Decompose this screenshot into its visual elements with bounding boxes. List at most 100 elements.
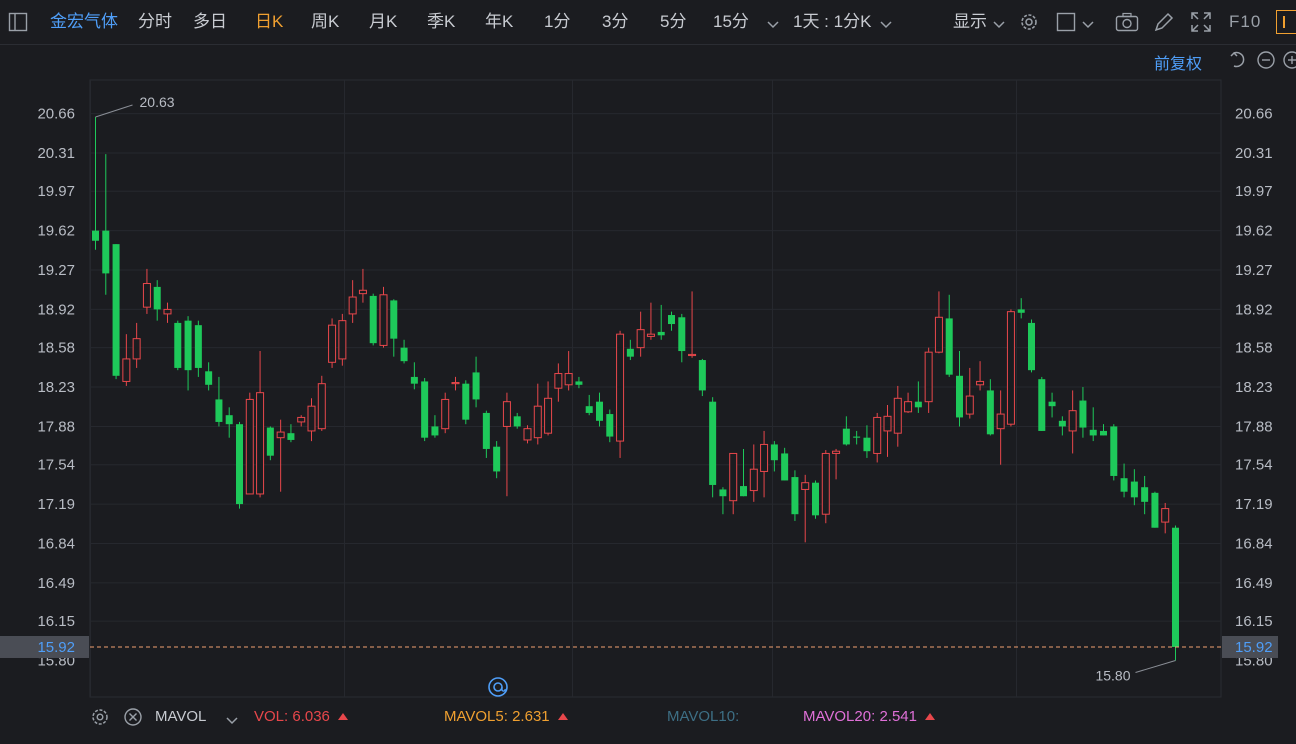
mavol5-readout: MAVOL5: 2.631 (444, 700, 568, 734)
candle-body (853, 436, 861, 438)
candlestick-chart[interactable]: 20.66 20.66 20.31 20.31 19.97 19.97 19.62 19.62… (0, 44, 1296, 700)
candle (842, 416, 850, 446)
candle-body (616, 333, 625, 442)
candle (194, 320, 202, 377)
fullscreen-icon[interactable] (1190, 11, 1212, 38)
candle-body (358, 289, 367, 295)
tab-1min[interactable]: 1分 (544, 0, 570, 44)
candle (945, 294, 953, 377)
candle-body (441, 398, 450, 430)
y-tick-label-left: 18.23 (37, 379, 75, 396)
candle (472, 356, 480, 408)
candle (1058, 416, 1066, 436)
candle (646, 302, 655, 340)
candle-body (812, 482, 819, 516)
candle (245, 392, 254, 495)
locate-icon[interactable] (487, 676, 509, 703)
candle-body (266, 427, 274, 456)
candle (596, 392, 603, 427)
tab-weekly-k[interactable]: 周K (311, 0, 339, 44)
sidebar-toggle-icon[interactable] (8, 12, 28, 37)
candle-body (698, 360, 706, 391)
tab-3min[interactable]: 3分 (602, 0, 628, 44)
candle (760, 430, 769, 498)
chevron-down-icon[interactable] (880, 17, 892, 35)
y-tick-label-left: 20.31 (37, 145, 75, 162)
candle-body (236, 424, 243, 505)
chevron-down-icon[interactable] (993, 17, 1005, 35)
candle (307, 398, 316, 442)
f10-button[interactable]: F10 (1229, 0, 1261, 44)
candle-body (904, 401, 913, 413)
gear-icon[interactable] (90, 707, 110, 731)
candle (924, 347, 933, 413)
candle (1068, 390, 1077, 454)
candle (328, 318, 337, 368)
candle (770, 441, 778, 472)
tab-multi-day[interactable]: 多日 (193, 0, 227, 44)
tab-5min[interactable]: 5分 (660, 0, 686, 44)
candle-body (493, 446, 501, 472)
chevron-down-icon[interactable] (767, 17, 779, 35)
tab-daily-k[interactable]: 日K (255, 0, 283, 44)
display-menu[interactable]: 显示 (953, 0, 987, 44)
chevron-down-icon[interactable] (1082, 17, 1094, 35)
candle-body (646, 333, 655, 337)
tab-yearly-k[interactable]: 年K (485, 0, 513, 44)
candle-body (421, 381, 429, 438)
current-price-label-left: 15.92 (37, 639, 75, 656)
candle (482, 410, 490, 458)
candle-body (709, 401, 717, 485)
candle (102, 154, 110, 295)
tab-intraday[interactable]: 分时 (138, 0, 172, 44)
candle-body (153, 286, 161, 310)
candle (709, 397, 717, 498)
candle-body (1100, 430, 1107, 436)
y-tick-label-right: 19.62 (1235, 223, 1273, 240)
candle (513, 412, 521, 429)
close-icon[interactable] (123, 707, 143, 731)
y-tick-label-left: 16.15 (37, 613, 75, 630)
candle-body (719, 489, 727, 497)
panel-edge-button[interactable] (1276, 10, 1296, 34)
candle (421, 378, 429, 442)
candle (358, 268, 367, 303)
candle-body (883, 415, 892, 432)
candle-body (832, 450, 841, 454)
candle (1017, 298, 1025, 319)
stock-name[interactable]: 金宏气体 (50, 0, 118, 44)
candle-body (369, 295, 377, 344)
candle (564, 351, 573, 391)
checkbox-icon[interactable] (1056, 12, 1076, 37)
candle-body (1006, 311, 1015, 425)
candle-body (575, 381, 583, 385)
candle (606, 409, 614, 443)
candle (533, 383, 542, 445)
candle (142, 268, 151, 314)
period-select[interactable]: 1天 : 1分K (793, 0, 871, 44)
candle (904, 392, 913, 413)
high-annotation-label: 20.63 (140, 94, 175, 110)
candle-body (1141, 487, 1149, 502)
candle-body (873, 416, 882, 454)
gear-icon[interactable] (1018, 11, 1040, 38)
candle-body (215, 399, 223, 422)
candle (112, 244, 120, 380)
pencil-icon[interactable] (1153, 11, 1175, 38)
candle-body (1151, 492, 1159, 528)
indicator-name[interactable]: MAVOL (155, 700, 206, 734)
candle (853, 430, 861, 445)
candle-body (317, 383, 326, 430)
y-tick-label-right: 18.23 (1235, 379, 1273, 396)
chevron-down-icon[interactable] (226, 713, 238, 730)
tab-15min[interactable]: 15分 (713, 0, 749, 44)
candle-body (102, 230, 110, 274)
tab-quarterly-k[interactable]: 季K (427, 0, 455, 44)
tab-monthly-k[interactable]: 月K (369, 0, 397, 44)
candle-body (842, 428, 850, 445)
camera-icon[interactable] (1115, 12, 1139, 37)
y-tick-label-left: 17.54 (37, 457, 75, 474)
candle-body (462, 383, 470, 420)
candle-body (132, 338, 141, 360)
candle (122, 334, 131, 386)
